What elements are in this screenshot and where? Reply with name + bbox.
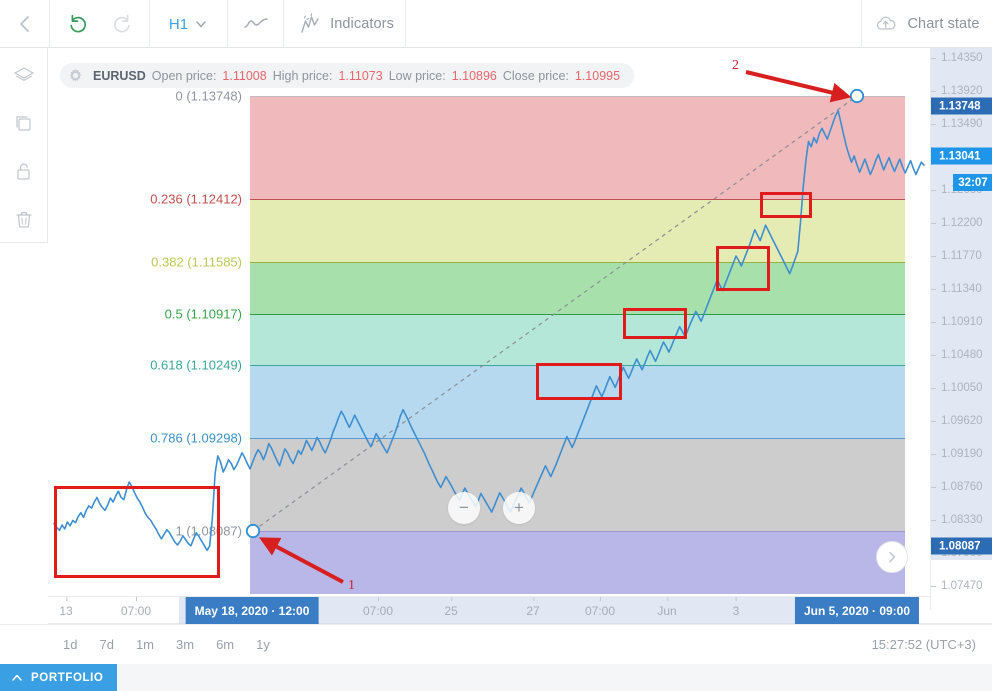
back-button[interactable] (0, 0, 50, 48)
time-tick: 07:00 (121, 597, 151, 625)
plot-region: 0 (1.13748) 0.236 (1.12412) 0.382 (1.115… (48, 48, 930, 610)
highlight-box-0618 (536, 363, 622, 400)
range-1d[interactable]: 1d (52, 633, 88, 656)
price-line (53, 109, 925, 552)
fib-end-handle (849, 88, 865, 104)
trash-icon (13, 208, 35, 232)
price-tick: 1.10050 (931, 382, 992, 394)
copy-icon (12, 112, 36, 136)
price-tick: 1.10910 (931, 316, 992, 328)
price-tick: 1.10480 (931, 349, 992, 361)
chevron-right-icon (885, 550, 899, 564)
time-tick: 07:00 (363, 597, 393, 625)
line-chart-icon (243, 15, 269, 33)
legend-open-label: Open price: (151, 68, 217, 83)
chevron-down-icon (194, 17, 208, 31)
portfolio-label: PORTFOLIO (31, 671, 104, 684)
range-selector: 1d 7d 1m 3m 6m 1y (0, 633, 281, 656)
unlock-icon (13, 160, 35, 184)
highlight-box-0236 (760, 192, 812, 218)
price-tick: 1.13490 (931, 118, 992, 130)
layers-icon (12, 65, 36, 87)
time-badge-end: Jun 5, 2020 · 09:00 (794, 597, 920, 625)
fib-start-handle (245, 523, 261, 539)
indicators-icon (299, 13, 321, 35)
highlight-box-0382 (716, 246, 770, 291)
zoom-out-button[interactable]: − (448, 492, 480, 524)
legend-low-value: 1.10896 (451, 68, 497, 83)
price-badge-fib-high: 1.13748 (931, 97, 992, 115)
legend-symbol: EURUSD (93, 68, 146, 83)
legend-low-label: Low price: (388, 68, 446, 83)
time-tick: 07:00 (585, 597, 615, 625)
time-badge-start: May 18, 2020 · 12:00 (185, 597, 319, 625)
range-1y[interactable]: 1y (245, 633, 281, 656)
legend-close-label: Close price: (502, 68, 569, 83)
legend-open-value: 1.11008 (222, 68, 267, 83)
chevron-left-icon (15, 14, 35, 34)
price-tick: 1.13920 (931, 85, 992, 97)
bottom-status-bar: 1d 7d 1m 3m 6m 1y 15:27:52 (UTC+3) (0, 624, 992, 664)
undo-redo-group (50, 0, 150, 48)
chart-type-button[interactable] (228, 0, 284, 48)
time-tick: 3 (733, 597, 739, 625)
time-axis[interactable]: 13 07:00 20 07:00 25 27 07:00 Jun 3 May … (48, 596, 992, 625)
legend-close-value: 1.10995 (574, 68, 621, 83)
timeframe-value: H1 (168, 15, 189, 33)
time-tick: 25 (444, 597, 458, 625)
legend-high-label: High price: (272, 68, 333, 83)
chart-state-button[interactable]: Chart state (861, 0, 992, 48)
price-tick: 1.08330 (931, 514, 992, 526)
time-tick: Jun (657, 597, 677, 625)
price-axis[interactable]: 1.14350 1.13920 1.13490 1.12630 1.12200 … (930, 48, 992, 610)
timeframe-selector[interactable]: H1 (150, 0, 228, 48)
price-tick: 1.08760 (931, 481, 992, 493)
indicators-button[interactable]: Indicators (284, 0, 406, 48)
gear-icon[interactable] (68, 68, 83, 83)
top-toolbar: H1 Indicators Chart state (0, 0, 992, 48)
price-tick: 1.11340 (931, 283, 992, 295)
sidebar-item-lock[interactable] (6, 156, 42, 188)
range-7d[interactable]: 7d (88, 633, 124, 656)
sidebar-item-delete[interactable] (6, 204, 42, 236)
sidebar-item-copy[interactable] (6, 108, 42, 140)
sidebar-item-layers[interactable] (6, 60, 42, 92)
zoom-in-button[interactable]: + (503, 492, 535, 524)
price-tick: 1.09620 (931, 415, 992, 427)
scroll-to-latest-button[interactable] (876, 541, 908, 573)
ohlc-legend[interactable]: EURUSD Open price: 1.11008 High price: 1… (60, 63, 635, 88)
price-tick: 1.07470 (931, 580, 992, 592)
bar-countdown-badge: 32:07 (953, 174, 992, 191)
portfolio-bar: PORTFOLIO (0, 664, 992, 691)
price-tick: 1.09190 (931, 448, 992, 460)
chart-state-label: Chart state (907, 16, 980, 32)
undo-icon[interactable] (66, 12, 90, 36)
price-badge-last-price: 1.13041 (931, 147, 992, 165)
portfolio-toggle[interactable]: PORTFOLIO (0, 664, 118, 691)
highlight-box-05 (623, 308, 687, 339)
chevron-up-icon (11, 672, 23, 684)
range-3m[interactable]: 3m (165, 633, 205, 656)
chart-area[interactable]: 0 (1.13748) 0.236 (1.12412) 0.382 (1.115… (48, 48, 992, 628)
cloud-upload-icon (874, 14, 898, 34)
time-tick: 13 (59, 597, 73, 625)
range-1m[interactable]: 1m (125, 633, 165, 656)
server-clock: 15:27:52 (UTC+3) (871, 637, 976, 652)
redo-icon[interactable] (110, 12, 134, 36)
highlight-box-swing-low (54, 486, 220, 578)
annotation-number-1: 1 (348, 578, 355, 593)
time-tick: 27 (526, 597, 540, 625)
price-tick: 1.14350 (931, 52, 992, 64)
range-6m[interactable]: 6m (205, 633, 245, 656)
zoom-controls: − + (448, 492, 535, 524)
legend-high-value: 1.11073 (338, 68, 383, 83)
price-tick: 1.12200 (931, 217, 992, 229)
drawing-tools-sidebar (0, 48, 48, 243)
price-tick: 1.11770 (931, 250, 992, 262)
trading-chart-app: H1 Indicators Chart state 0 (1.13748) 0.… (0, 0, 992, 691)
annotation-number-2: 2 (732, 58, 739, 73)
price-badge-fib-low: 1.08087 (931, 537, 992, 555)
indicators-label: Indicators (330, 16, 394, 32)
